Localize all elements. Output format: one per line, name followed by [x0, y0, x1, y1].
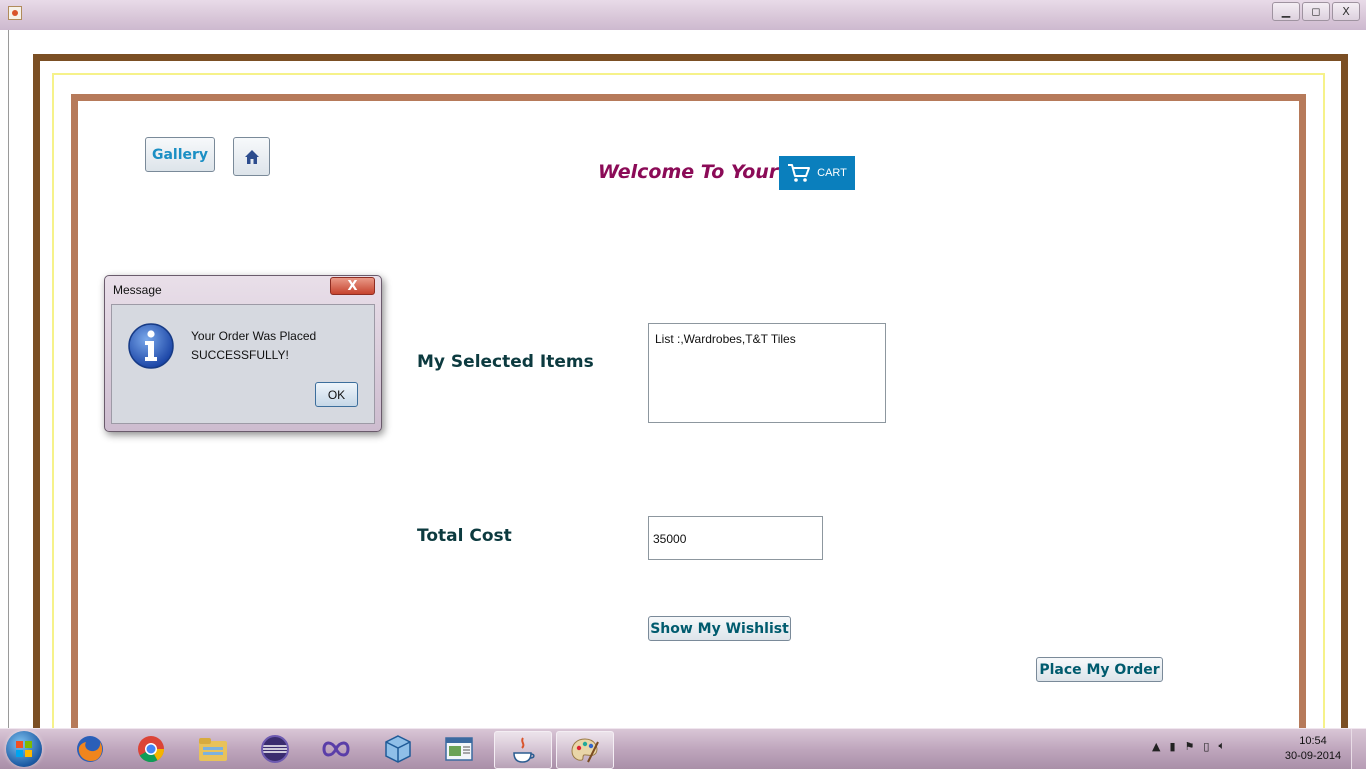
action-center-flag-icon[interactable]: ⚑ — [1185, 740, 1195, 753]
taskbar-window-app[interactable] — [431, 731, 487, 767]
total-cost-field[interactable]: 35000 — [648, 516, 823, 560]
visual-studio-icon — [322, 741, 350, 757]
selected-items-textarea[interactable]: List :,Wardrobes,T&T Tiles — [648, 323, 886, 423]
dialog-body: Your Order Was Placed SUCCESSFULLY! OK — [111, 304, 375, 424]
close-window-button[interactable]: X — [1332, 2, 1360, 21]
total-cost-label: Total Cost — [417, 526, 512, 546]
taskbar-file-explorer[interactable] — [185, 731, 241, 767]
message-dialog: Message X Your Order Was Placed SUCCESSF… — [104, 275, 382, 432]
dialog-message: Your Order Was Placed SUCCESSFULLY! — [191, 327, 316, 365]
taskbar: ▲ ▮ ⚑ ▯ 🔈︎ 10:54 30-09-2014 — [0, 728, 1366, 769]
taskbar-java[interactable] — [494, 731, 552, 769]
java-app-icon — [8, 6, 22, 20]
window-app-icon — [445, 737, 473, 761]
info-icon — [128, 323, 174, 369]
taskbar-firefox[interactable] — [62, 731, 118, 767]
show-wishlist-button[interactable]: Show My Wishlist — [648, 616, 791, 641]
volume-icon[interactable]: 🔈︎ — [1218, 739, 1225, 753]
taskbar-visual-studio[interactable] — [308, 731, 364, 767]
paint-icon — [571, 738, 599, 763]
battery-icon[interactable]: ▯ — [1203, 740, 1209, 753]
taskbar-paint[interactable] — [556, 731, 614, 769]
home-icon — [244, 149, 259, 164]
file-explorer-icon — [199, 738, 227, 761]
java-icon — [513, 737, 535, 763]
show-desktop-button[interactable] — [1351, 729, 1366, 769]
welcome-heading: Welcome To Your — [598, 161, 779, 183]
dialog-message-line2: SUCCESSFULLY! — [191, 348, 289, 362]
start-button[interactable] — [6, 731, 42, 767]
dialog-title: Message — [113, 283, 162, 297]
selected-items-label: My Selected Items — [417, 352, 594, 372]
eclipse-icon — [261, 735, 289, 763]
gallery-button[interactable]: Gallery — [145, 137, 215, 172]
dialog-close-button[interactable]: X — [330, 277, 375, 295]
cart-button[interactable]: CART — [779, 156, 855, 190]
virtualbox-icon — [385, 735, 411, 763]
maximize-button[interactable]: ◻ — [1302, 2, 1330, 21]
place-order-button[interactable]: Place My Order — [1036, 657, 1163, 682]
home-button[interactable] — [233, 137, 270, 176]
window-controls: ▁ ◻ X — [1270, 2, 1360, 21]
taskbar-eclipse[interactable] — [247, 731, 303, 767]
minimize-button[interactable]: ▁ — [1272, 2, 1300, 21]
shopping-cart-icon — [788, 164, 811, 182]
show-hidden-icons-icon[interactable]: ▲ — [1152, 740, 1160, 753]
dialog-ok-button[interactable]: OK — [315, 382, 358, 407]
clock-date: 30-09-2014 — [1284, 750, 1342, 762]
taskbar-chrome[interactable] — [123, 731, 179, 767]
network-icon[interactable]: ▮ — [1169, 740, 1175, 753]
chrome-icon — [138, 736, 165, 763]
taskbar-virtualbox[interactable] — [370, 731, 426, 767]
taskbar-clock[interactable]: 10:54 30-09-2014 — [1278, 734, 1348, 764]
window-title-bar: ▁ ◻ X — [0, 0, 1366, 30]
dialog-message-line1: Your Order Was Placed — [191, 329, 317, 343]
firefox-icon — [77, 736, 103, 762]
cart-label: CART — [817, 167, 847, 179]
system-tray: ▲ ▮ ⚑ ▯ 🔈︎ — [1152, 739, 1234, 753]
clock-time: 10:54 — [1299, 735, 1327, 747]
